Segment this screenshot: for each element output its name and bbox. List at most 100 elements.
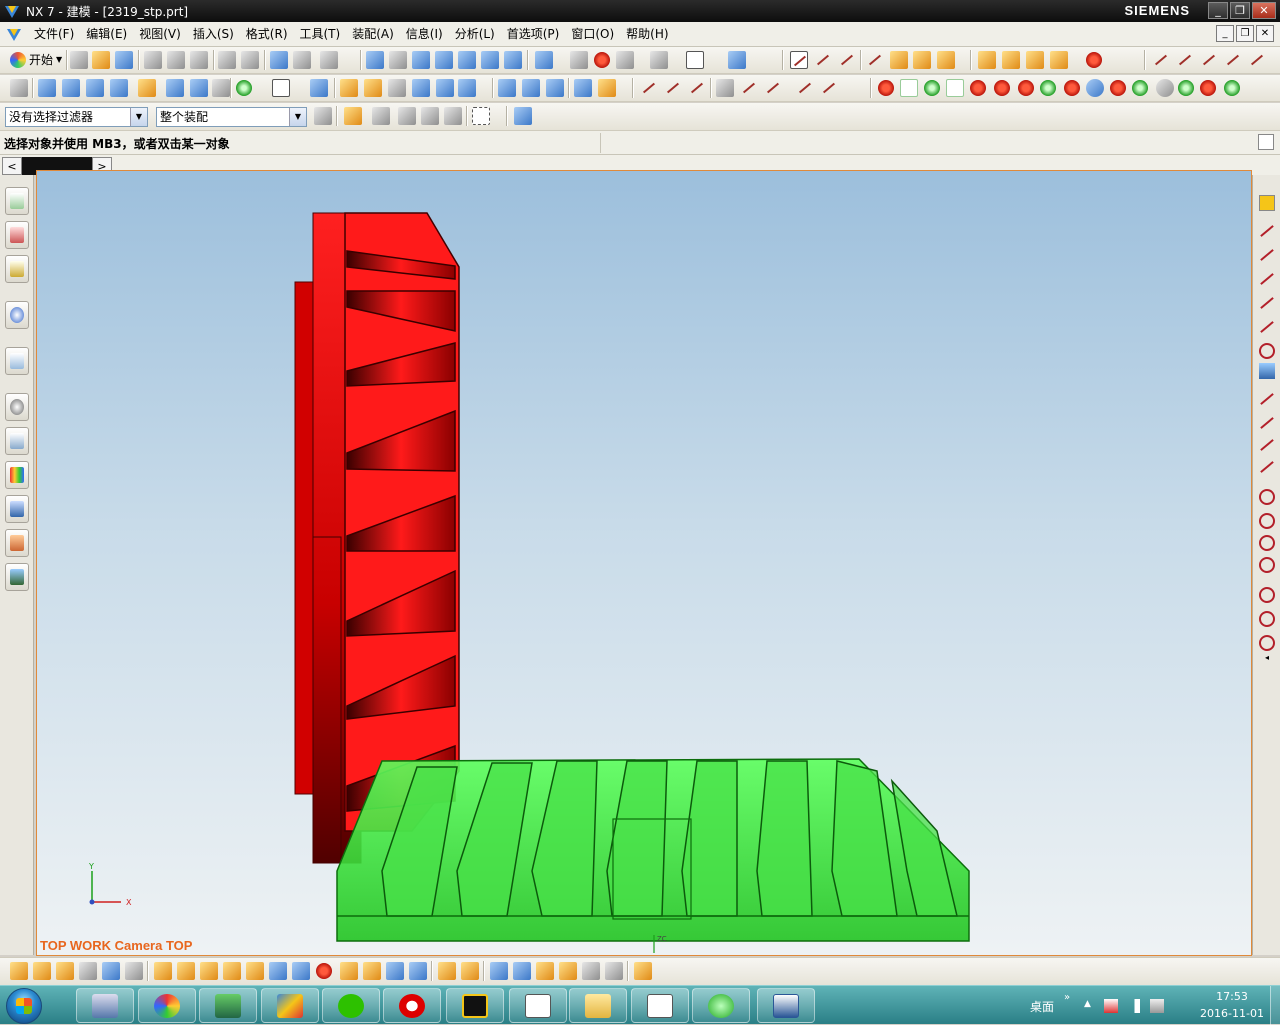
- filter-settings-icon[interactable]: [314, 107, 332, 125]
- offset-face-icon[interactable]: [498, 79, 516, 97]
- menu-information[interactable]: 信息(I): [400, 23, 449, 45]
- ruler-icon[interactable]: [937, 51, 955, 69]
- doc-close-button[interactable]: ✕: [1256, 25, 1274, 42]
- assembly-cut-icon[interactable]: [490, 962, 508, 980]
- end-point-icon[interactable]: [814, 51, 832, 69]
- color-red-icon[interactable]: [878, 80, 894, 96]
- desktop-toolbar-label[interactable]: 桌面: [1030, 998, 1054, 1015]
- pad-icon[interactable]: [212, 79, 230, 97]
- offset-curve-icon[interactable]: [1248, 51, 1266, 69]
- measure-icon[interactable]: [890, 51, 908, 69]
- parallel-line-icon[interactable]: [1259, 271, 1275, 287]
- history-button[interactable]: [5, 393, 29, 421]
- split-body-icon[interactable]: [598, 79, 616, 97]
- remember-constraints-icon[interactable]: [223, 962, 241, 980]
- windows-start-button[interactable]: [6, 988, 42, 1024]
- reuse-library-button[interactable]: [5, 301, 29, 329]
- edge-blend-icon[interactable]: [340, 79, 358, 97]
- gear-icon[interactable]: [1156, 79, 1174, 97]
- start-button[interactable]: 开始 ▼: [10, 51, 62, 68]
- menu-file[interactable]: 文件(F): [28, 23, 80, 45]
- trim-icon[interactable]: [866, 51, 884, 69]
- resize-blend-icon[interactable]: [764, 79, 782, 97]
- curve-on-surface-icon[interactable]: [640, 79, 658, 97]
- menu-insert[interactable]: 插入(S): [187, 23, 240, 45]
- taskbar-paint[interactable]: [138, 988, 196, 1023]
- color-leaf-icon[interactable]: [1132, 80, 1148, 96]
- synchronous-icon[interactable]: [716, 79, 734, 97]
- status-window-icon[interactable]: [1258, 134, 1274, 150]
- select-edge-icon[interactable]: [421, 107, 439, 125]
- assembly-bolt-icon[interactable]: [536, 962, 554, 980]
- tab-prev-button[interactable]: <: [2, 157, 22, 175]
- mid-point-icon[interactable]: [838, 51, 856, 69]
- maximize-button[interactable]: ❐: [1230, 2, 1250, 19]
- deformable-icon[interactable]: [409, 962, 427, 980]
- assembly-list-icon[interactable]: [605, 962, 623, 980]
- taskbar-remote-desktop[interactable]: [199, 988, 257, 1023]
- perspective-icon[interactable]: [504, 51, 522, 69]
- color-target-icon[interactable]: [1178, 80, 1194, 96]
- draft-icon[interactable]: [412, 79, 430, 97]
- shell-icon[interactable]: [388, 79, 406, 97]
- doc-minimize-button[interactable]: _: [1216, 25, 1234, 42]
- boss-icon[interactable]: [166, 79, 184, 97]
- line-icon[interactable]: [1259, 223, 1275, 239]
- color-ring-icon[interactable]: [924, 80, 940, 96]
- repeat-command-icon[interactable]: [320, 51, 338, 69]
- copy-icon[interactable]: [167, 51, 185, 69]
- arrangement-icon[interactable]: [340, 962, 358, 980]
- menu-format[interactable]: 格式(R): [240, 23, 294, 45]
- block-icon[interactable]: [978, 51, 996, 69]
- part-navigator-button[interactable]: [5, 255, 29, 283]
- paste-icon[interactable]: [190, 51, 208, 69]
- assembly-new-icon[interactable]: [33, 962, 51, 980]
- hole-icon[interactable]: [138, 79, 156, 97]
- doc-restore-button[interactable]: ❐: [1236, 25, 1254, 42]
- offset-region-icon[interactable]: [820, 79, 838, 97]
- line-icon[interactable]: [1176, 51, 1194, 69]
- intersection-curve-icon[interactable]: [664, 79, 682, 97]
- static-wireframe-icon[interactable]: [616, 51, 634, 69]
- taskbar-m-app[interactable]: [383, 988, 441, 1023]
- arc-icon[interactable]: [1200, 51, 1218, 69]
- thicken-icon[interactable]: [546, 79, 564, 97]
- pan-view-icon[interactable]: [481, 51, 499, 69]
- constrain-component-icon[interactable]: [177, 962, 195, 980]
- shaded-icon[interactable]: [570, 51, 588, 69]
- new-file-icon[interactable]: [70, 51, 88, 69]
- color-disc-icon[interactable]: [1086, 79, 1104, 97]
- menu-preferences[interactable]: 首选项(P): [501, 23, 566, 45]
- sweep-icon[interactable]: [86, 79, 104, 97]
- color-flag-icon[interactable]: [1200, 80, 1216, 96]
- assembly-navigator-button[interactable]: [5, 187, 29, 215]
- color-torus-icon[interactable]: [1064, 80, 1080, 96]
- cone-icon[interactable]: [1026, 51, 1044, 69]
- volume-icon[interactable]: [1150, 999, 1164, 1013]
- snap-point-icon[interactable]: [790, 51, 808, 69]
- assembly-weld-icon[interactable]: [513, 962, 531, 980]
- spline-icon[interactable]: [1224, 51, 1242, 69]
- interpart-icon[interactable]: [438, 962, 456, 980]
- web-browser-button[interactable]: [5, 347, 29, 375]
- constraint-navigator-button[interactable]: [5, 221, 29, 249]
- assembly-report-icon[interactable]: [582, 962, 600, 980]
- show-hidden-icons-icon[interactable]: ▲: [1084, 999, 1098, 1013]
- sphere-icon[interactable]: [1050, 51, 1068, 69]
- rectangle-select-icon[interactable]: [472, 107, 490, 125]
- assembly-replace-icon[interactable]: [125, 962, 143, 980]
- zoom-icon[interactable]: [389, 51, 407, 69]
- circle-diameter-icon[interactable]: [1259, 611, 1275, 627]
- product-interface-icon[interactable]: [461, 962, 479, 980]
- color-white-icon[interactable]: [900, 79, 918, 97]
- select-chain-icon[interactable]: [372, 107, 390, 125]
- taskbar-window-2[interactable]: [631, 988, 689, 1023]
- menu-help[interactable]: 帮助(H): [620, 23, 674, 45]
- tangent-line-icon[interactable]: [1259, 319, 1275, 335]
- promote-icon[interactable]: [386, 962, 404, 980]
- taskbar-refresh-app[interactable]: [692, 988, 750, 1023]
- system-materials-button[interactable]: [5, 427, 29, 455]
- lock-icon[interactable]: [1259, 195, 1275, 211]
- taskbar-window-1[interactable]: [509, 988, 567, 1023]
- circle-offset-icon[interactable]: [1259, 635, 1275, 651]
